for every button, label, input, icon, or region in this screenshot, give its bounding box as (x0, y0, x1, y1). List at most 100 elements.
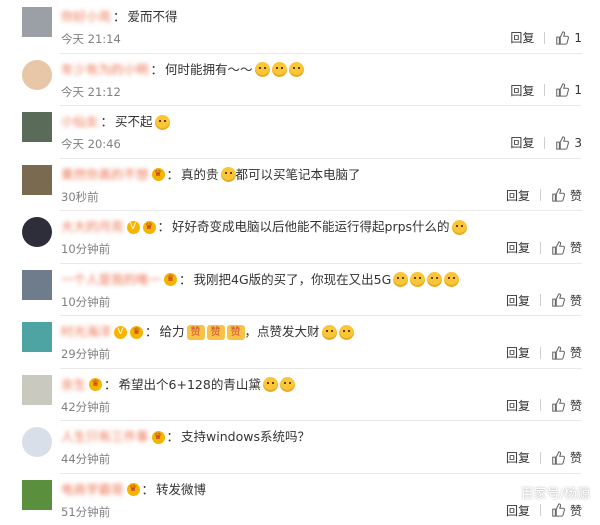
colon-separator: ： (158, 219, 171, 235)
reply-button[interactable]: 回复 (510, 82, 534, 99)
divider (540, 452, 541, 464)
reply-button[interactable]: 回复 (506, 187, 530, 204)
comment-text: 爱而不得 (128, 9, 178, 25)
comment-item: 电商学霸哥♛：转发微博51分钟前回复赞 (0, 473, 600, 525)
thumbs-up-icon (555, 31, 569, 45)
comment-actions: 回复 赞 (506, 502, 582, 519)
like-button[interactable]: 赞 (551, 449, 582, 466)
like-count: 1 (574, 83, 582, 97)
cat-emoji-icon (452, 220, 467, 235)
comment-item: 余生♛：希望出个6+128的青山黛42分钟前回复赞 (0, 368, 600, 421)
comment-text-continued: ，点赞发大财 (245, 324, 320, 340)
comment-line: 时光海洋V♛：给力赞赞赞，点赞发大财 (61, 324, 354, 340)
comment-timestamp: 44分钟前 (61, 451, 110, 467)
member-badge-icon: ♛ (89, 378, 102, 391)
comment-item: 一个人是我的唯一♛：我刚把4G版的买了，你现在又出5G10分钟前回复赞 (0, 263, 600, 316)
reply-button[interactable]: 回复 (506, 292, 530, 309)
divider (540, 347, 541, 359)
like-count: 1 (574, 31, 582, 45)
comment-line: 大大的月亮V♛：好好奇变成电脑以后他能不能运行得起prps什么的 (61, 219, 467, 235)
username-link[interactable]: 果然你真的不想 (61, 167, 149, 183)
comment-line: 人生只有三件事♛：支持windows系统吗？ (61, 429, 310, 445)
comment-timestamp: 10分钟前 (61, 241, 110, 257)
avatar[interactable] (22, 270, 52, 300)
username-link[interactable]: 大大的月亮 (61, 219, 124, 235)
avatar[interactable] (22, 112, 52, 142)
username-link[interactable]: 人生只有三件事 (61, 429, 149, 445)
comment-actions: 回复 赞 (506, 344, 582, 361)
zan-emoji-icon: 赞 (207, 325, 225, 340)
comment-item: 人生只有三件事♛：支持windows系统吗？ 44分钟前 回复 赞 (0, 420, 600, 473)
avatar[interactable] (22, 60, 52, 90)
reply-button[interactable]: 回复 (510, 134, 534, 151)
reply-button[interactable]: 回复 (506, 449, 530, 466)
like-button[interactable]: 赞 (551, 344, 582, 361)
member-badge-icon: ♛ (164, 273, 177, 286)
comment-actions: 回复 1 (510, 82, 582, 99)
cry-emoji-icon (221, 167, 236, 182)
comment-item: 大大的月亮V♛：好好奇变成电脑以后他能不能运行得起prps什么的 10分钟前 回复 赞 (0, 210, 600, 263)
avatar[interactable] (22, 217, 52, 247)
divider (544, 137, 545, 149)
comment-text: 给力 (160, 324, 185, 340)
username-link[interactable]: 一个人是我的唯一 (61, 272, 161, 288)
hand-emoji-icon (339, 325, 354, 340)
reply-button[interactable]: 回复 (506, 239, 530, 256)
member-badge-icon: ♛ (130, 326, 143, 339)
like-count: 赞 (570, 344, 582, 361)
comment-actions: 回复 赞 (506, 292, 582, 309)
username-link[interactable]: 电商学霸哥 (61, 482, 124, 498)
like-button[interactable]: 赞 (551, 292, 582, 309)
like-button[interactable]: 赞 (551, 187, 582, 204)
laugh-emoji-icon (263, 377, 278, 392)
avatar[interactable] (22, 427, 52, 457)
comment-timestamp: 今天 21:14 (61, 31, 121, 47)
avatar[interactable] (22, 7, 52, 37)
reply-button[interactable]: 回复 (506, 397, 530, 414)
comment-timestamp: 51分钟前 (61, 504, 110, 520)
colon-separator: ： (167, 429, 180, 445)
like-button[interactable]: 赞 (551, 502, 582, 519)
reply-button[interactable]: 回复 (510, 29, 534, 46)
username-link[interactable]: 小仙女 (61, 114, 99, 130)
comment-line: 小仙女：买不起 (61, 114, 170, 130)
member-badge-icon: ♛ (127, 483, 140, 496)
comment-line: 你好小亮：爱而不得 (61, 9, 178, 25)
thumbs-up-icon (555, 136, 569, 150)
like-button[interactable]: 赞 (551, 397, 582, 414)
avatar[interactable] (22, 480, 52, 510)
comment-text: 支持windows系统吗？ (181, 429, 310, 445)
comment-text: 真的贵 (181, 167, 219, 183)
comment-text: 我刚把4G版的买了，你现在又出5G (194, 272, 392, 288)
cat-emoji-icon (155, 115, 170, 130)
comment-timestamp: 今天 21:12 (61, 84, 121, 100)
reply-button[interactable]: 回复 (506, 344, 530, 361)
zan-emoji-icon: 赞 (187, 325, 205, 340)
like-button[interactable]: 3 (555, 136, 582, 150)
laugh-emoji-icon (322, 325, 337, 340)
comment-actions: 回复 1 (510, 29, 582, 46)
like-count: 赞 (570, 397, 582, 414)
thumbs-up-icon (551, 241, 565, 255)
comment-line: 果然你真的不想♛：真的贵都可以买笔记本电脑了 (61, 167, 361, 183)
comment-timestamp: 29分钟前 (61, 346, 110, 362)
avatar[interactable] (22, 165, 52, 195)
avatar[interactable] (22, 375, 52, 405)
like-count: 赞 (570, 239, 582, 256)
member-badge-icon: ♛ (143, 221, 156, 234)
colon-separator: ： (145, 324, 158, 340)
username-link[interactable]: 余生 (61, 377, 86, 393)
username-link[interactable]: 你好小亮 (61, 9, 111, 25)
comment-text-continued: 都可以买笔记本电脑了 (236, 167, 361, 183)
username-link[interactable]: 年少有为的小明 (61, 62, 149, 78)
comment-timestamp: 30秒前 (61, 189, 99, 205)
like-button[interactable]: 赞 (551, 239, 582, 256)
reply-button[interactable]: 回复 (506, 502, 530, 519)
avatar[interactable] (22, 322, 52, 352)
like-button[interactable]: 1 (555, 31, 582, 45)
thumbs-up-icon (551, 293, 565, 307)
like-count: 赞 (570, 449, 582, 466)
like-button[interactable]: 1 (555, 83, 582, 97)
comment-timestamp: 10分钟前 (61, 294, 110, 310)
username-link[interactable]: 时光海洋 (61, 324, 111, 340)
